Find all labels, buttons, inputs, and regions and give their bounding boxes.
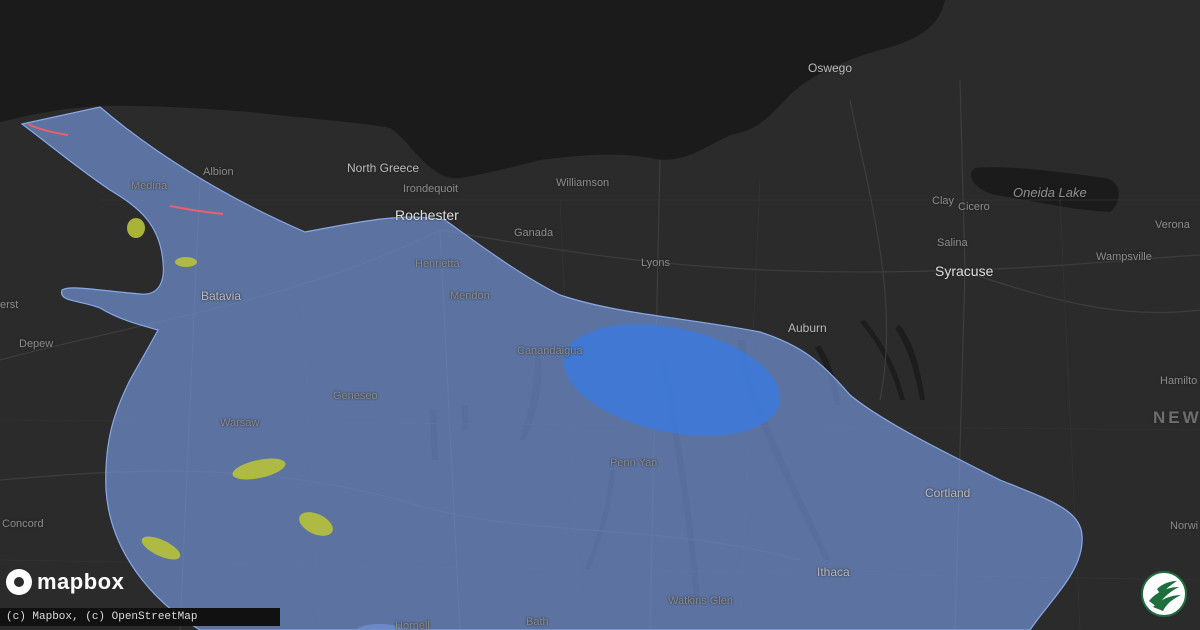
place-label-canandaigua: Canandaigua: [517, 345, 583, 357]
map-attribution[interactable]: (c) Mapbox, (c) OpenStreetMap: [0, 608, 280, 626]
place-label-wampsville: Wampsville: [1096, 251, 1152, 263]
place-label-henrietta: Henrietta: [415, 258, 460, 270]
place-label-verona: Verona: [1155, 219, 1190, 231]
weather-brand-icon[interactable]: [1141, 571, 1187, 617]
place-label-watkins-glen: Watkins Glen: [668, 595, 734, 607]
mapbox-logo[interactable]: mapbox: [6, 569, 124, 595]
water-label-oneida-lake: Oneida Lake: [1013, 185, 1087, 200]
place-label-williamson: Williamson: [556, 177, 610, 189]
place-label-medina: Medina: [131, 180, 168, 192]
place-label-salina: Salina: [937, 237, 968, 249]
place-label-clay: Clay: [932, 195, 955, 207]
place-label-ganada: Ganada: [514, 227, 554, 239]
hail-marker: [127, 218, 145, 238]
mapbox-logo-text: mapbox: [37, 569, 125, 594]
place-label-oswego: Oswego: [808, 61, 853, 75]
place-label-warsaw: Warsaw: [220, 417, 260, 429]
place-label-auburn: Auburn: [788, 321, 827, 335]
place-label-north-greece: North Greece: [347, 161, 420, 175]
place-label-cicero: Cicero: [958, 201, 990, 213]
place-label-cortland: Cortland: [925, 486, 971, 500]
place-label-mendon: Mendon: [450, 290, 490, 302]
place-label-depew: Depew: [19, 338, 54, 350]
place-label-geneseo: Geneseo: [333, 390, 378, 402]
place-label-rochester: Rochester: [395, 207, 459, 223]
brand-mark-graphic: [1149, 581, 1181, 611]
place-label-norwich: Norwi: [1170, 520, 1199, 532]
place-label-syracuse: Syracuse: [935, 263, 994, 279]
region-label-new: NEW: [1153, 408, 1200, 427]
hail-marker: [175, 257, 197, 267]
map-layer: [0, 0, 1200, 630]
storm-swath: [20, 106, 1083, 630]
mapbox-logo-icon: [6, 569, 32, 595]
map-canvas[interactable]: Oswego North Greece Albion Medina Ironde…: [0, 0, 1200, 630]
place-label-penn-yan: Penn Yan: [610, 457, 658, 469]
place-label-batavia: Batavia: [201, 289, 242, 303]
place-label-erst: erst: [0, 299, 19, 311]
place-label-hamilton: Hamilto: [1160, 375, 1198, 387]
place-label-bath: Bath: [526, 616, 549, 628]
place-label-irondequoit: Irondequoit: [403, 183, 459, 195]
place-label-lyons: Lyons: [641, 257, 670, 269]
place-label-hornell: Hornell: [395, 620, 430, 630]
place-label-albion: Albion: [203, 166, 234, 178]
place-label-concord: Concord: [2, 518, 44, 530]
place-label-ithaca: Ithaca: [817, 565, 850, 579]
